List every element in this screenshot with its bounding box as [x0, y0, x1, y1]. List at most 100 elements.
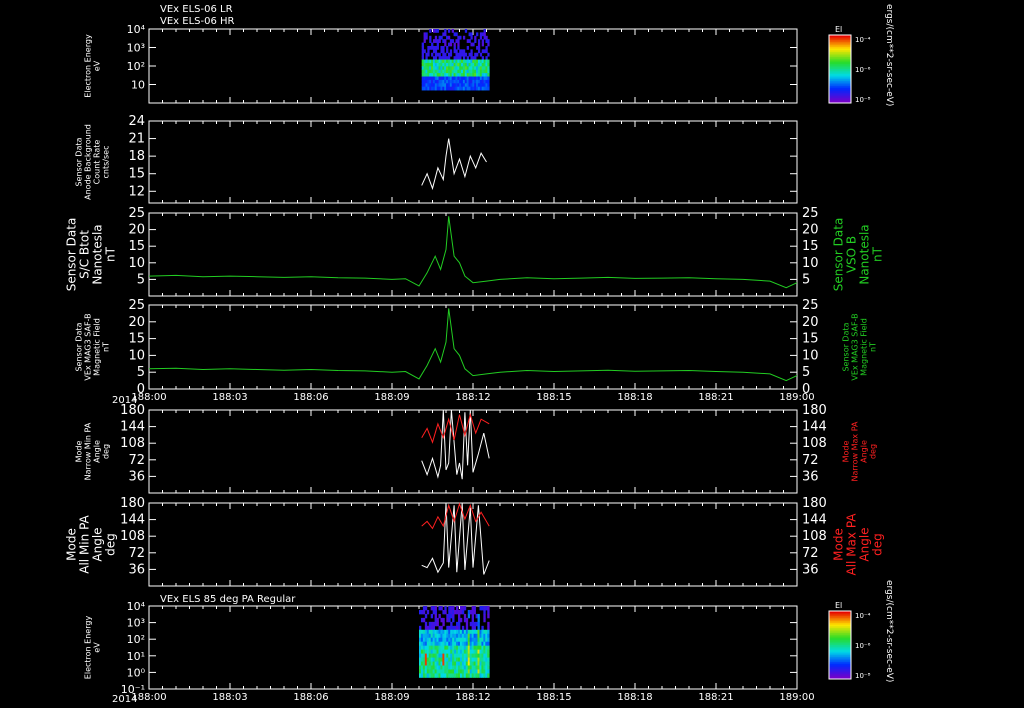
heatmap-cell [465, 625, 469, 631]
y-tick-label: 144 [120, 420, 145, 435]
y-axis-label-line: Narrow Min PA [84, 422, 93, 480]
y-tick-label-right: 15 [802, 332, 819, 347]
y-axis-label-right-line: Mode [832, 528, 846, 561]
heatmap-cell [442, 621, 445, 627]
y-tick-label: 12 [128, 184, 145, 199]
heatmap-cell [423, 39, 426, 43]
heatmap-cell [481, 42, 484, 47]
y-tick-label: 5 [137, 272, 145, 287]
heatmap-cell [444, 609, 447, 615]
y-axis-label-right-line: Mode [842, 441, 851, 463]
y-tick-label-right: 72 [802, 453, 819, 468]
heatmap-cell [487, 613, 490, 619]
heatmap-cell [470, 52, 473, 57]
heatmap-cell [483, 609, 486, 615]
heatmap-cell [451, 39, 454, 43]
heatmap-cell [440, 625, 443, 631]
y-tick-label-right: 144 [802, 513, 827, 528]
y-axis-label-right-line: All Max PA [845, 513, 859, 576]
heatmap-cell [462, 35, 466, 40]
heatmap-cell [487, 669, 490, 674]
heatmap-cell [477, 613, 480, 619]
colorbar-label: El [835, 601, 842, 610]
y-axis-label-line: Sensor Data [65, 218, 79, 292]
y-tick-label-right: 180 [802, 496, 827, 511]
time-tick-label: 188:15 [536, 392, 571, 403]
heatmap-cell [467, 613, 471, 619]
heatmap-cell [462, 49, 466, 54]
y-axis-label-right-line: deg [871, 533, 885, 556]
heatmap-cell [444, 32, 447, 37]
y-tick-label-right: 36 [802, 562, 819, 577]
heatmap-cell [477, 39, 481, 43]
y-tick-label: 24 [128, 114, 145, 129]
heatmap-cell [421, 45, 424, 50]
heatmap-cell [421, 56, 424, 60]
y-tick-label-right: 5 [802, 365, 810, 380]
time-tick-label: 188:06 [293, 692, 328, 703]
y-tick-label: 36 [128, 562, 145, 577]
y-axis-label-line: S/C Btot [78, 230, 92, 279]
y-tick-label-right: 25 [802, 298, 819, 313]
y-axis-label-line: Sensor Data [75, 137, 84, 186]
heatmap-cell [487, 665, 490, 670]
heatmap-cell [447, 29, 451, 33]
time-tick-label: 188:03 [212, 692, 247, 703]
heatmap-cell [425, 56, 428, 60]
heatmap-cell [442, 617, 445, 623]
heatmap-cell [452, 606, 455, 611]
heatmap-cell [477, 625, 480, 631]
y-axis-label-line: nT [102, 342, 111, 352]
heatmap-cell [465, 617, 469, 623]
heatmap-cell [463, 606, 467, 611]
heatmap-cell [448, 617, 451, 623]
y-tick-label: 15 [128, 332, 145, 347]
heatmap-cell [485, 49, 488, 54]
time-tick-label: 188:03 [212, 392, 247, 403]
y-axis-label-right-line: VEx MAG3 SAF-B [851, 313, 860, 380]
colorbar-unit-top: ergs/(cm**2-sr-sec-eV) [884, 4, 894, 106]
y-axis-label-line: Angle [93, 440, 102, 463]
time-tick-label: 188:15 [536, 692, 571, 703]
colorbar-unit-bottom: ergs/(cm**2-sr-sec-eV) [884, 580, 894, 682]
heatmap-cell [485, 45, 488, 50]
heatmap-cell [442, 45, 445, 50]
y-tick-label: 20 [128, 315, 145, 330]
heatmap-cell [481, 625, 484, 631]
heatmap-cell [426, 609, 430, 615]
time-tick-label: 188:18 [617, 392, 652, 403]
time-tick-label: 188:12 [455, 692, 490, 703]
heatmap-cell [477, 49, 481, 54]
heatmap-cell [487, 673, 490, 678]
y-tick-label: 5 [137, 365, 145, 380]
y-tick-label: 15 [128, 167, 145, 182]
heatmap-cell [449, 42, 453, 47]
y-tick-label-right: 0 [802, 382, 810, 397]
y-tick-label: 10² [127, 633, 145, 646]
heatmap-cell [452, 617, 455, 623]
heatmap-cell [487, 52, 490, 57]
heatmap-cell [461, 625, 465, 631]
y-tick-label: 21 [128, 132, 145, 147]
heatmap-cell [425, 35, 428, 40]
heatmap-cell [431, 52, 434, 57]
heatmap-cell [477, 617, 480, 623]
heatmap-cell [457, 39, 460, 43]
heatmap-cell [487, 641, 490, 647]
colorbar-tick-label: 10⁻⁸ [855, 96, 871, 104]
colorbar-tick-label: 10⁻⁶ [855, 642, 871, 650]
time-tick-label: 188:21 [698, 392, 733, 403]
y-tick-label-right: 180 [802, 403, 827, 418]
heatmap-cell [477, 621, 480, 627]
heatmap-cell [463, 613, 467, 619]
heatmap-cell [487, 39, 490, 43]
heatmap-cell [436, 45, 439, 50]
heatmap-cell [483, 613, 486, 619]
heatmap-cell [444, 39, 447, 43]
heatmap-cell [427, 49, 430, 54]
heatmap-cell [481, 56, 484, 60]
y-tick-label: 25 [128, 206, 145, 221]
heatmap-cell [424, 621, 428, 627]
y-tick-label: 144 [120, 513, 145, 528]
y-tick-label: 10³ [127, 42, 145, 55]
